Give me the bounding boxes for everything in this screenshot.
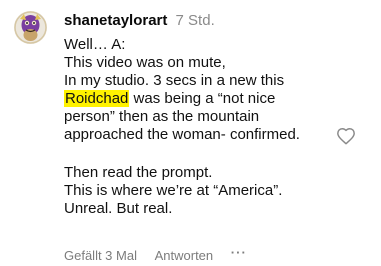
comment-line: This is where we’re at “America”. <box>64 182 283 199</box>
comment-line: In my studio. 3 secs in a new this <box>64 72 285 89</box>
highlighted-word: Roidchad <box>64 90 130 107</box>
reply-button[interactable]: Antworten <box>155 248 214 264</box>
heart-outline-icon[interactable] <box>336 127 356 145</box>
avatar-image <box>14 11 47 44</box>
comment-footer: Gefällt 3 Mal Antworten ··· <box>64 245 247 264</box>
avatar[interactable] <box>14 11 47 44</box>
comment-line: approached the woman- confirmed. <box>64 126 300 143</box>
comment-body: Well… A: This video was on mute, In my s… <box>64 36 344 218</box>
comment: shanetaylorart 7 Std. Well… A: This vide… <box>0 0 381 266</box>
comment-line: Well… A: <box>64 36 126 53</box>
comment-line: Roidchad was being a “not nice <box>64 90 344 108</box>
more-options-icon[interactable]: ··· <box>231 245 247 261</box>
comment-line: Unreal. But real. <box>64 200 173 217</box>
comment-header: shanetaylorart 7 Std. <box>64 12 215 30</box>
timestamp[interactable]: 7 Std. <box>176 12 215 29</box>
comment-line: person” then as the mountain <box>64 108 260 125</box>
username[interactable]: shanetaylorart <box>64 12 167 29</box>
comment-line: This video was on mute, <box>64 54 226 71</box>
comment-line: Then read the prompt. <box>64 164 213 181</box>
comment-line-rest: was being a “not nice <box>129 90 276 107</box>
likes-count-link[interactable]: Gefällt 3 Mal <box>64 248 137 264</box>
